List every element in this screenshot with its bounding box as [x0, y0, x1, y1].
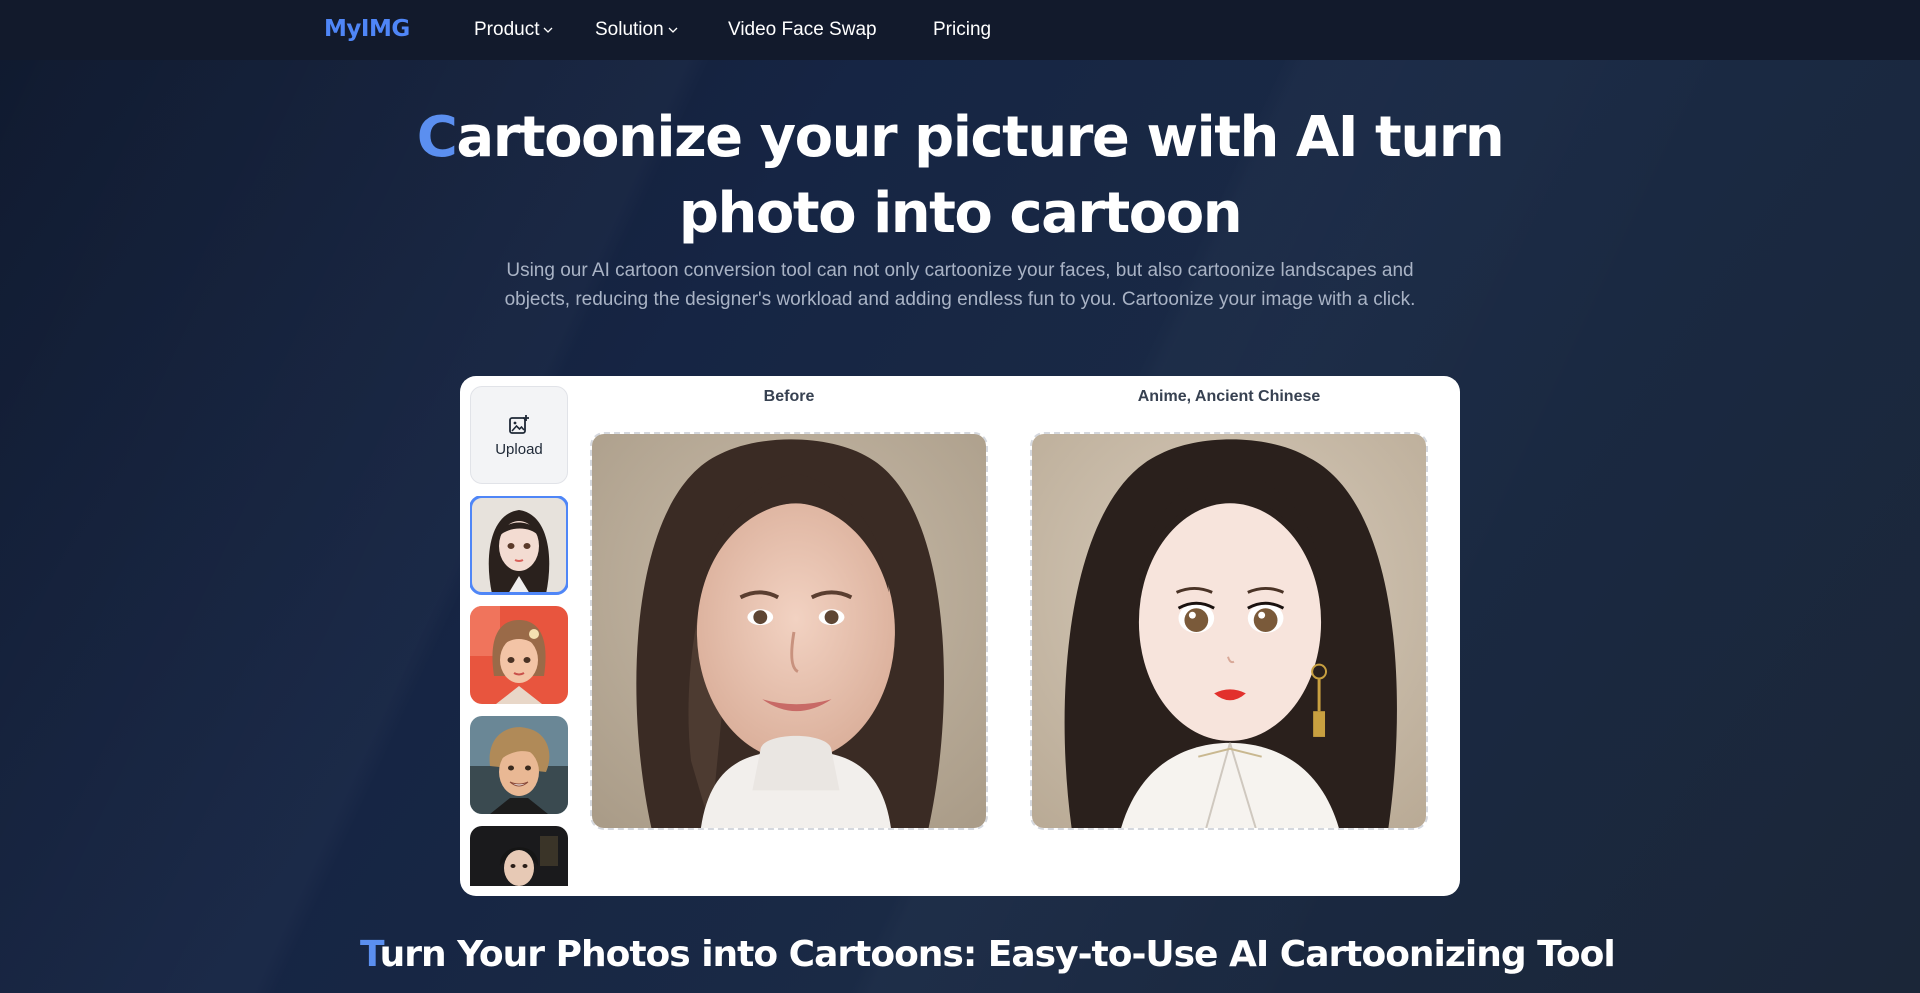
before-label: Before: [763, 388, 815, 405]
anime-suit-man-thumbnail-image: [470, 826, 568, 886]
sample-thumbnails: [470, 496, 568, 886]
hero-subtitle: Using our AI cartoon conversion tool can…: [504, 260, 1416, 310]
image-upload-icon: [509, 414, 529, 434]
upload-label: Upload: [495, 440, 543, 458]
chevron-down-icon: [668, 27, 678, 33]
chevron-down-icon: [544, 27, 553, 33]
nav-video-face-swap-label: Video Face Swap: [728, 19, 877, 40]
before-image: [590, 432, 988, 830]
anime-woman-thumbnail-image: [470, 496, 568, 594]
nav-product[interactable]: Product: [474, 19, 553, 41]
logo[interactable]: MyIMG: [324, 16, 410, 42]
anime-ancient-chinese-result: [1032, 434, 1426, 828]
original-portrait-photo: [592, 434, 986, 828]
thumbnail-cartoon-man[interactable]: [470, 716, 568, 814]
3d-girl-thumbnail-image: [470, 606, 568, 704]
upload-button[interactable]: Upload: [470, 386, 568, 484]
hero-title-line1: artoonize your picture with AI turn: [456, 105, 1504, 170]
section-title-accent-letter: T: [360, 934, 381, 975]
hero-title: Cartoonize your picture with AI turn pho…: [360, 100, 1560, 252]
section-title: Turn Your Photos into Cartoons: Easy-to-…: [360, 934, 1616, 975]
thumbnail-3d-girl[interactable]: [470, 606, 568, 704]
top-nav: MyIMG Product Solution Video Face Swap P…: [0, 0, 1920, 60]
thumbnail-anime-woman[interactable]: [470, 496, 568, 595]
cartoon-man-thumbnail-image: [470, 716, 568, 814]
hero-title-line2: photo into cartoon: [678, 181, 1243, 246]
nav-solution[interactable]: Solution: [595, 19, 678, 41]
cartoonize-tool-card: Upload Before Anime, Ancient Chinese: [460, 376, 1460, 896]
section-title-rest: urn Your Photos into Cartoons: Easy-to-U…: [379, 934, 1616, 975]
after-image: [1030, 432, 1428, 830]
hero-title-accent-letter: C: [416, 105, 458, 170]
nav-solution-label: Solution: [595, 19, 664, 40]
style-result-label: Anime, Ancient Chinese: [1137, 388, 1321, 405]
nav-pricing-label: Pricing: [933, 19, 992, 40]
thumbnail-anime-suit-man[interactable]: [470, 826, 568, 886]
nav-video-face-swap[interactable]: Video Face Swap: [728, 19, 877, 41]
nav-pricing[interactable]: Pricing: [933, 19, 991, 41]
nav-product-label: Product: [474, 19, 540, 40]
